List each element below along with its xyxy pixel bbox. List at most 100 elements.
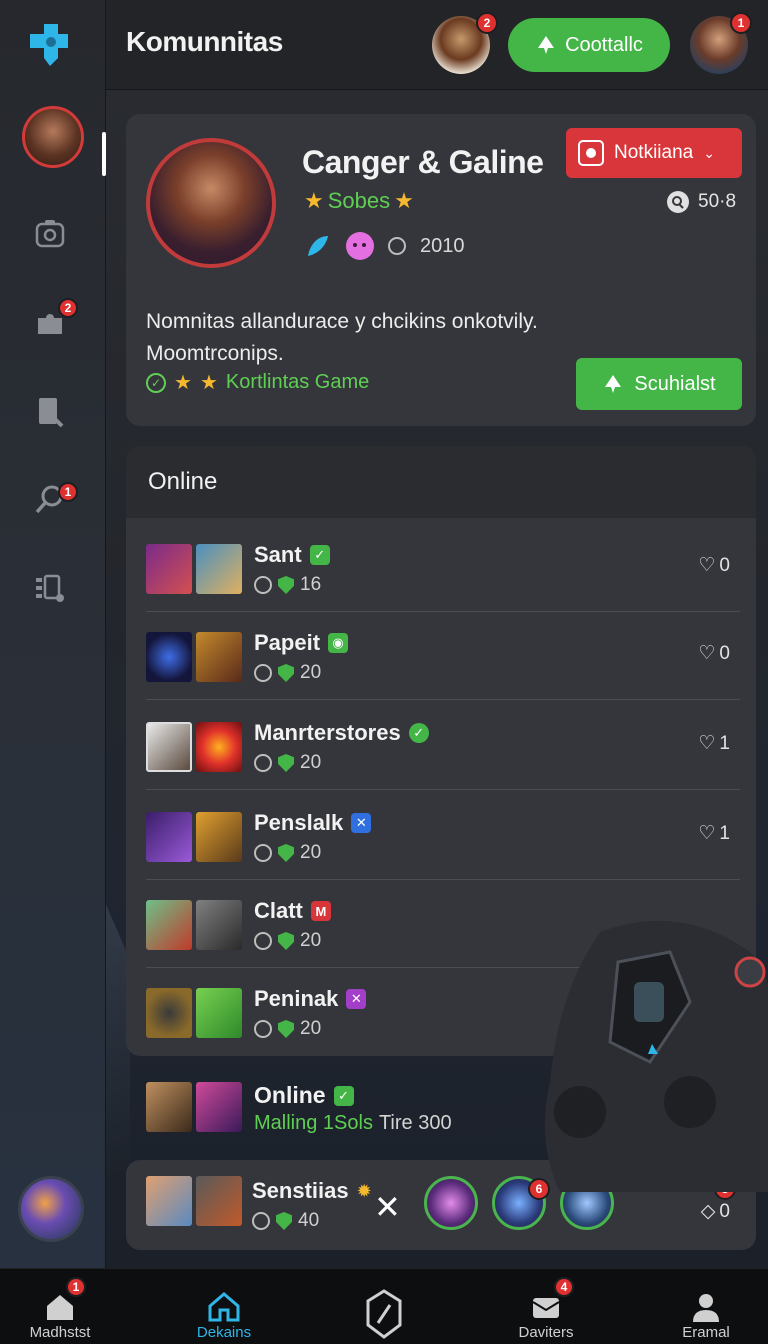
online-header: Online — [126, 446, 756, 518]
close-icon[interactable]: ✕ — [374, 1188, 401, 1226]
row-count: 20 — [300, 1018, 322, 1039]
sensitias-count: 40 — [298, 1210, 320, 1231]
sidebar-item-search[interactable]: 1 — [28, 478, 78, 522]
row-name-label: Peninak — [254, 986, 339, 1011]
clock-icon — [252, 1212, 270, 1230]
row-likes[interactable]: ♡ 1 — [698, 732, 730, 755]
list-item[interactable]: Penslalk ✕ 20 ♡ 1 — [146, 792, 740, 880]
game-thumbnail — [146, 544, 192, 594]
shield-icon — [278, 1020, 294, 1038]
heart-icon: ♡ — [698, 823, 716, 844]
page-title: Komunnitas — [126, 26, 283, 57]
row-meta: 20 — [254, 1018, 321, 1040]
sidebar-item-puzzle[interactable]: 2 — [28, 298, 78, 344]
row-name: Clatt M — [254, 898, 331, 924]
profile-avatar[interactable] — [146, 138, 276, 268]
nav-item-shield[interactable] — [324, 1269, 444, 1344]
star-icon: ★ — [304, 188, 324, 213]
row-likes-count: 0 — [719, 642, 730, 664]
nav-badge-home: 1 — [66, 1277, 86, 1297]
shield-icon — [278, 664, 294, 682]
game-thumbnail — [196, 544, 242, 594]
search-badge: 1 — [58, 482, 78, 502]
profile-rank-label: Sobes — [327, 188, 391, 213]
notification-button[interactable]: Notkiiana ⌄ — [566, 128, 742, 178]
clock-icon — [254, 576, 272, 594]
shield-icon — [278, 576, 294, 594]
list-item[interactable]: Papeit ◉ 20 ♡ 0 — [146, 612, 740, 700]
list-item[interactable]: Sant ✓ 16 ♡ 0 — [146, 524, 740, 612]
profile-game: ✓ ★ ★ Kortlintas Game — [146, 370, 369, 395]
nav-badge-inbox: 4 — [554, 1277, 574, 1297]
game-thumbnail — [196, 988, 242, 1038]
online-status-extra: Tire 300 — [378, 1112, 452, 1134]
pin-icon — [538, 36, 555, 54]
nav-item-profile[interactable]: Eramal — [646, 1269, 766, 1344]
chevron-down-icon: ⌄ — [703, 144, 715, 161]
emoji-icon — [346, 232, 374, 260]
row-meta: 20 — [254, 930, 321, 952]
game-thumbnail — [146, 1176, 192, 1226]
game-thumbnail — [196, 722, 242, 772]
list-settings-icon — [36, 574, 64, 602]
nav-item-inbox[interactable]: Daviters 4 — [486, 1269, 606, 1344]
star-icon: ★ — [174, 372, 192, 394]
profile-stats: 2010 — [304, 232, 465, 260]
feather-icon — [308, 236, 328, 256]
sidebar-item-edit[interactable] — [28, 390, 72, 434]
heart-icon: ♡ — [698, 733, 716, 754]
sidebar-item-list[interactable] — [28, 566, 72, 610]
row-count: 16 — [300, 574, 322, 595]
sensitias-right-count: 0 — [719, 1200, 730, 1222]
clock-icon — [254, 844, 272, 862]
crystal-icon[interactable] — [424, 1176, 478, 1230]
nav-label-profile: Eramal — [682, 1324, 730, 1341]
row-name: Peninak ✕ — [254, 986, 367, 1012]
game-thumbnail — [196, 900, 242, 950]
game-thumbnail — [146, 632, 192, 682]
star-icon: ★ — [199, 372, 218, 394]
row-likes[interactable]: ♡ 0 — [698, 642, 730, 665]
record-icon — [578, 140, 604, 166]
clock-icon — [254, 1020, 272, 1038]
nav-item-dekains[interactable]: Dekains — [164, 1269, 284, 1344]
gear-badge-icon: ✹ — [356, 1180, 372, 1201]
heart-icon: ♡ — [698, 643, 716, 664]
header: Komunnitas 2 Coottallc 1 — [106, 0, 768, 90]
row-likes-count: 1 — [719, 732, 730, 754]
sidebar-user-avatar[interactable] — [22, 106, 84, 168]
row-name-label: Papeit — [254, 630, 321, 655]
header-action-button[interactable]: Coottallc — [508, 18, 670, 72]
sensitias-right[interactable]: ◇ 0 — [701, 1200, 730, 1223]
online-status-label: Online — [254, 1082, 326, 1108]
game-thumbnail — [196, 632, 242, 682]
game-thumbnail — [146, 722, 192, 772]
m-tag-icon: M — [310, 901, 331, 921]
close-tag-icon: ✕ — [351, 813, 372, 833]
nav-item-home[interactable]: Madhstst 1 — [0, 1269, 120, 1344]
profile-count: 50·8 — [666, 190, 736, 214]
header-avatar-right-badge: 1 — [730, 12, 752, 34]
shield-icon — [278, 754, 294, 772]
game-thumbnail — [146, 900, 192, 950]
row-likes[interactable]: ♡ 1 — [698, 822, 730, 845]
clock-icon — [254, 664, 272, 682]
verified-icon: ✓ — [333, 1085, 354, 1106]
sensitias-meta: 40 — [252, 1210, 319, 1232]
profile-action-button[interactable]: Scuhialst — [576, 358, 742, 410]
row-likes[interactable]: ♡ 0 — [698, 554, 730, 577]
pin-icon — [605, 375, 622, 393]
app-logo-icon[interactable] — [26, 20, 76, 70]
profile-name: Canger & Galine — [302, 144, 544, 180]
chat-icon: ◉ — [328, 633, 349, 653]
clock-icon — [388, 237, 406, 255]
bottom-nav: Madhstst 1 Dekains Daviters 4 Eramal — [0, 1268, 768, 1344]
row-name: Manrterstores ✓ — [254, 720, 429, 746]
search-circle-icon — [667, 191, 689, 213]
sidebar-server-avatar[interactable] — [18, 1176, 84, 1242]
list-item[interactable]: Manrterstores ✓ 20 ♡ 1 — [146, 702, 740, 790]
edit-icon — [39, 398, 64, 428]
verified-icon: ✓ — [408, 723, 429, 743]
row-name-label: Penslalk — [254, 810, 344, 835]
sidebar-item-camera[interactable] — [28, 212, 72, 256]
